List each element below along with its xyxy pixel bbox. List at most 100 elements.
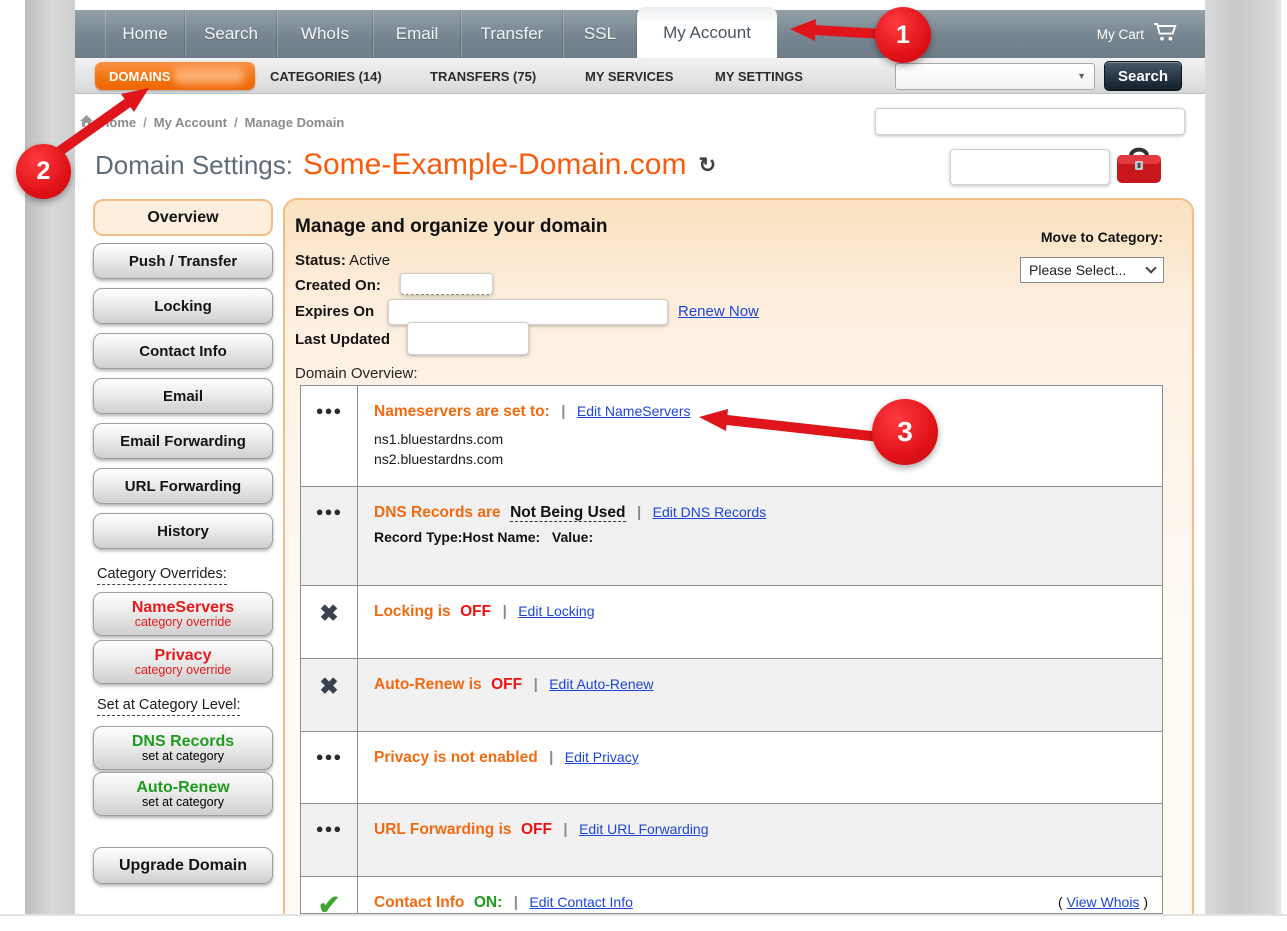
created-line: Created On: (295, 277, 381, 294)
sidebar-item-push-transfer[interactable]: Push / Transfer (93, 243, 273, 279)
expires-line: Expires On (295, 303, 374, 320)
sidebar-item-dns-records-category[interactable]: DNS Records set at category (93, 726, 273, 770)
page-title: Domain Settings: Some-Example-Domain.com… (95, 148, 716, 182)
view-whois-link[interactable]: View Whois (1067, 894, 1140, 910)
cart-icon[interactable] (1153, 22, 1179, 47)
table-row-locking: ✖ Locking is OFF | Edit Locking (301, 586, 1162, 659)
row-content: Nameservers are set to: | Edit NameServe… (358, 386, 1162, 486)
x-glyph: ✖ (319, 676, 338, 696)
table-row-nameservers: ●●● Nameservers are set to: | Edit NameS… (301, 386, 1162, 487)
tab-ssl[interactable]: SSL (563, 10, 637, 58)
edit-url-forwarding-link[interactable]: Edit URL Forwarding (579, 821, 708, 837)
breadcrumb-my-account[interactable]: My Account (154, 115, 227, 130)
view-whois-wrap: ( View Whois ) (1058, 894, 1148, 910)
breadcrumb-separator: / (234, 115, 238, 130)
annotation-circle-2: 2 (16, 144, 71, 199)
tab-whois[interactable]: WhoIs (277, 10, 373, 58)
sidebar-item-nameservers-override[interactable]: NameServers category override (93, 592, 273, 636)
expires-label: Expires On (295, 303, 374, 320)
redacted-box (950, 149, 1110, 185)
edit-dns-records-link[interactable]: Edit DNS Records (653, 504, 767, 520)
edit-auto-renew-link[interactable]: Edit Auto-Renew (549, 676, 653, 692)
edit-nameservers-link[interactable]: Edit NameServers (577, 403, 691, 419)
pipe-divider: | (563, 821, 567, 838)
subnav-item-transfers[interactable]: TRANSFERS (75) (430, 69, 536, 84)
search-button[interactable]: Search (1104, 61, 1182, 91)
dots-glyph: ●●● (316, 504, 343, 519)
refresh-icon[interactable]: ↻ (698, 153, 716, 178)
pipe-divider: | (534, 676, 538, 693)
page-title-domain: Some-Example-Domain.com (303, 148, 686, 182)
nav-tabs: Home Search WhoIs Email Transfer SSL My … (105, 10, 777, 58)
sidebar-item-url-forwarding[interactable]: URL Forwarding (93, 468, 273, 504)
row-content: DNS Records are Not Being Used | Edit DN… (358, 487, 1162, 585)
nameserver-list: ns1.bluestardns.com ns2.bluestardns.com (374, 429, 1146, 469)
subnav-item-my-services[interactable]: MY SERVICES (585, 69, 673, 84)
dropdown-arrow-icon[interactable]: ▼ (1077, 71, 1086, 81)
sidebar-item-auto-renew-category[interactable]: Auto-Renew set at category (93, 772, 273, 816)
category-select[interactable]: Please Select... (1020, 257, 1164, 283)
sidebar-item-history[interactable]: History (93, 513, 273, 549)
row-title: URL Forwarding is (374, 821, 512, 838)
page: Home Search WhoIs Email Transfer SSL My … (0, 0, 1287, 931)
sidebar-item-email[interactable]: Email (93, 378, 273, 414)
paren-close: ) (1139, 894, 1148, 910)
sidebar-item-label: Push / Transfer (129, 253, 237, 270)
pipe-divider: | (549, 749, 553, 766)
upgrade-domain-label: Upgrade Domain (119, 857, 247, 875)
row-status-off: OFF (521, 821, 552, 838)
annotation-circle-3: 3 (872, 399, 938, 465)
sidebar-item-locking[interactable]: Locking (93, 288, 273, 324)
override-title: Privacy (155, 647, 212, 664)
edit-privacy-link[interactable]: Edit Privacy (565, 749, 639, 765)
breadcrumb: Home / My Account / Manage Domain (80, 115, 344, 130)
row-content: Contact Info ON: | Edit Contact Info ( V… (358, 877, 1162, 914)
row-status-off: OFF (491, 676, 522, 693)
domain-search-combobox[interactable]: ▼ (895, 63, 1095, 90)
sub-navbar: DOMAINS CATEGORIES (14) TRANSFERS (75) M… (75, 58, 1205, 94)
row-status-on: ON: (474, 894, 502, 911)
row-status-off: OFF (460, 603, 491, 620)
my-cart[interactable]: My Cart (1097, 10, 1179, 58)
sidebar-item-label: URL Forwarding (125, 478, 241, 495)
dots-glyph: ●●● (316, 821, 343, 836)
sidebar-item-label: History (157, 523, 209, 540)
table-row-privacy: ●●● Privacy is not enabled | Edit Privac… (301, 732, 1162, 804)
sidebar-item-email-forwarding[interactable]: Email Forwarding (93, 423, 273, 459)
subnav-item-domains[interactable]: DOMAINS (95, 62, 255, 90)
dots-glyph: ●●● (316, 749, 343, 764)
tab-home[interactable]: Home (105, 10, 185, 58)
category-level-title: DNS Records (132, 733, 234, 750)
redacted-box (400, 273, 493, 295)
tab-search[interactable]: Search (185, 10, 277, 58)
tab-transfer[interactable]: Transfer (461, 10, 563, 58)
sidebar-item-label: Contact Info (139, 343, 227, 360)
subnav-item-my-settings[interactable]: MY SETTINGS (715, 69, 803, 84)
sidebar-item-overview[interactable]: Overview (93, 199, 273, 236)
status-label: Status: (295, 252, 346, 269)
move-to-category-label: Move to Category: (1041, 229, 1163, 245)
domain-overview-label: Domain Overview: (295, 365, 418, 382)
breadcrumb-home[interactable]: Home (100, 115, 136, 130)
category-level-subtitle: set at category (142, 796, 224, 809)
edit-contact-info-link[interactable]: Edit Contact Info (529, 894, 633, 910)
toolbox-icon[interactable] (1116, 145, 1162, 192)
table-row-contact-info: ✔ Contact Info ON: | Edit Contact Info (… (301, 877, 1162, 914)
breadcrumb-manage-domain: Manage Domain (245, 115, 345, 130)
sidebar-item-contact-info[interactable]: Contact Info (93, 333, 273, 369)
right-edge-strip (1205, 0, 1281, 914)
tab-email[interactable]: Email (373, 10, 461, 58)
tab-my-account[interactable]: My Account (637, 7, 777, 58)
sidebar-item-privacy-override[interactable]: Privacy category override (93, 640, 273, 684)
domain-overview-table: ●●● Nameservers are set to: | Edit NameS… (300, 385, 1163, 914)
edit-locking-link[interactable]: Edit Locking (518, 603, 594, 619)
domains-label: DOMAINS (109, 69, 170, 84)
renew-now-link[interactable]: Renew Now (678, 303, 759, 320)
annotation-circle-1: 1 (875, 7, 931, 63)
row-title: Privacy is not enabled (374, 749, 538, 766)
row-content: URL Forwarding is OFF | Edit URL Forward… (358, 804, 1162, 876)
subnav-item-categories[interactable]: CATEGORIES (14) (270, 69, 382, 84)
sidebar-item-label: Locking (154, 298, 212, 315)
redacted-box (875, 108, 1185, 135)
upgrade-domain-button[interactable]: Upgrade Domain (93, 847, 273, 884)
